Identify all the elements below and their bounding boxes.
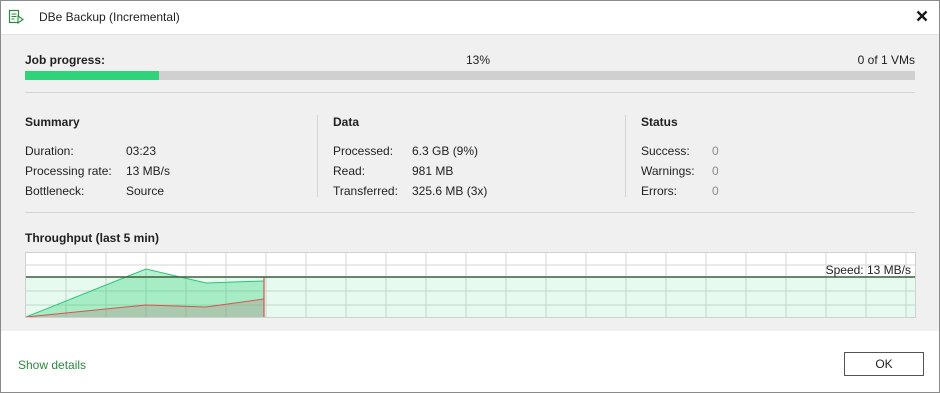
processing-rate-row: Processing rate: 13 MB/s (25, 161, 170, 181)
errors-value: 0 (712, 184, 719, 198)
warnings-row: Warnings: 0 (641, 161, 719, 181)
job-progress-percent: 13% (466, 53, 491, 67)
summary-title: Summary (25, 115, 80, 129)
job-progress-fill (25, 71, 159, 80)
job-progress-bar (25, 71, 915, 80)
processing-rate-value: 13 MB/s (126, 164, 171, 178)
throughput-chart (26, 253, 915, 317)
read-value: 981 MB (412, 164, 454, 178)
transferred-label: Transferred: (333, 184, 398, 198)
warnings-value: 0 (712, 164, 719, 178)
window-title: DBe Backup (Incremental) (39, 10, 180, 24)
speed-readout: Speed: 13 MB/s (825, 263, 911, 277)
status-section: Status Success: 0 Warnings: 0 Errors: 0 (641, 115, 719, 201)
bottleneck-row: Bottleneck: Source (25, 181, 164, 201)
title-bar: DBe Backup (Incremental) (1, 1, 939, 33)
processing-rate-label: Processing rate: (25, 164, 112, 178)
success-label: Success: (641, 144, 690, 158)
close-icon[interactable] (914, 8, 930, 24)
data-title: Data (333, 115, 360, 129)
transferred-row: Transferred: 325.6 MB (3x) (333, 181, 487, 201)
processed-label: Processed: (333, 144, 394, 158)
processed-row: Processed: 6.3 GB (9%) (333, 141, 478, 161)
duration-label: Duration: (25, 144, 74, 158)
progress-panel: Job progress: 13% 0 of 1 VMs Summary Dur… (1, 34, 939, 331)
backup-job-icon (8, 9, 24, 25)
success-row: Success: 0 (641, 141, 719, 161)
status-title: Status (641, 115, 678, 129)
processed-value: 6.3 GB (9%) (412, 144, 479, 158)
throughput-graph: Speed: 13 MB/s (25, 252, 916, 318)
errors-row: Errors: 0 (641, 181, 719, 201)
read-label: Read: (333, 164, 366, 178)
backup-dialog: DBe Backup (Incremental) Job progress: 1… (0, 0, 940, 393)
dialog-footer: Show details OK (1, 332, 939, 392)
column-divider (625, 115, 626, 197)
read-row: Read: 981 MB (333, 161, 453, 181)
divider (25, 212, 915, 213)
bottleneck-label: Bottleneck: (25, 184, 85, 198)
summary-section: Summary Duration: 03:23 Processing rate:… (25, 115, 170, 201)
duration-row: Duration: 03:23 (25, 141, 156, 161)
show-details-link[interactable]: Show details (18, 358, 86, 372)
warnings-label: Warnings: (641, 164, 695, 178)
errors-label: Errors: (641, 184, 677, 198)
ok-button[interactable]: OK (844, 352, 924, 376)
success-value: 0 (712, 144, 719, 158)
transferred-value: 325.6 MB (3x) (412, 184, 488, 198)
data-section: Data Processed: 6.3 GB (9%) Read: 981 MB… (333, 115, 487, 201)
bottleneck-value: Source (126, 184, 165, 198)
job-progress-label: Job progress: (25, 53, 106, 67)
duration-value: 03:23 (126, 144, 157, 158)
divider (25, 92, 915, 93)
vm-count: 0 of 1 VMs (857, 53, 915, 67)
column-divider (317, 115, 318, 197)
throughput-label: Throughput (last 5 min) (25, 231, 159, 245)
